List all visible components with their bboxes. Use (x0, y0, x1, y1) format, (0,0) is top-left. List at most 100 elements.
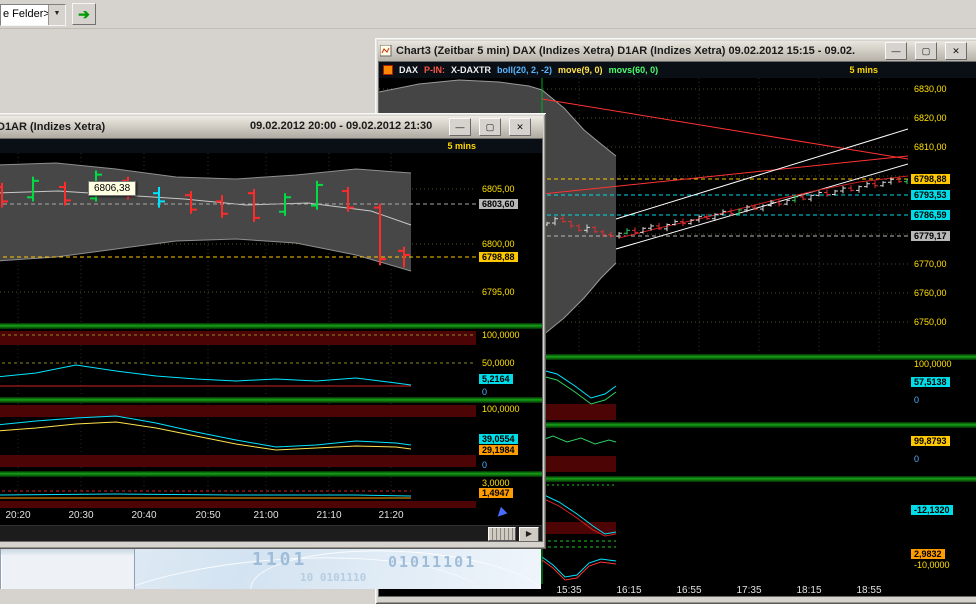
maximize-icon: ▢ (486, 122, 495, 132)
time-label: 20:20 (5, 510, 30, 521)
scrollbar-thumb[interactable] (488, 527, 516, 541)
interval-label: 5 mins (849, 65, 878, 75)
scroll-right-button[interactable]: ▶ (519, 527, 539, 542)
axis-label: 0 (482, 387, 487, 397)
minimize-button[interactable]: — (449, 118, 471, 136)
d1ar-window[interactable]: D1AR (Indizes Xetra) 09.02.2012 20:00 - … (0, 113, 546, 549)
price-badge: 6798,88 (910, 173, 951, 185)
front-main-chart-canvas[interactable] (0, 153, 476, 323)
front-panel-2: 100,000039,055429,19840 (0, 403, 542, 471)
chart-cursor-icon[interactable]: ▶ (493, 506, 509, 522)
axis-label: 6800,00 (482, 239, 515, 249)
app-toolbar: e Felder> ▼ ➔ (0, 0, 976, 29)
legend-items: DAXP-IN:X-DAXTRboll(20, 2, -2)move(9, 0)… (399, 65, 658, 75)
fragment-titlebar (1, 549, 134, 555)
price-badge: 5,2164 (478, 373, 514, 385)
time-label: 16:55 (676, 585, 701, 596)
minimize-button[interactable]: — (885, 42, 907, 60)
axis-label: 50,0000 (482, 358, 515, 368)
maximize-button[interactable]: ▢ (915, 42, 937, 60)
close-button[interactable]: ✕ (509, 118, 531, 136)
legend-item: boll(20, 2, -2) (497, 65, 552, 75)
time-label: 21:10 (316, 510, 341, 521)
scroll-arrow-icon: ▶ (526, 529, 532, 538)
axis-label: 6750,00 (914, 317, 947, 327)
front-panel-3-canvas[interactable] (0, 477, 476, 509)
back-panel-1-axis: 100,0000 57,5138 0 (908, 360, 974, 422)
front-panel-3: 3,00001,4947 (0, 477, 542, 509)
price-badge: 6793,53 (910, 189, 951, 201)
axis-label: 6795,00 (482, 287, 515, 297)
back-titlebar[interactable]: Chart3 (Zeitbar 5 min) DAX (Indizes Xetr… (378, 41, 976, 61)
go-button[interactable]: ➔ (72, 3, 96, 25)
front-panel-1-axis: 100,0000 50,0000 5,2164 0 (476, 329, 538, 397)
minimize-icon: — (892, 46, 901, 56)
dropdown-arrow-icon[interactable]: ▼ (48, 5, 65, 25)
axis-label: 100,0000 (914, 359, 952, 369)
price-badge: 6786,59 (910, 209, 951, 221)
legend-item: P-IN: (424, 65, 445, 75)
window-controls: — ▢ ✕ (449, 118, 531, 136)
front-panel-2-canvas[interactable] (0, 403, 476, 471)
wallpaper-binary-text: 1101 (252, 549, 307, 570)
maximize-button[interactable]: ▢ (479, 118, 501, 136)
minimize-icon: — (456, 122, 465, 132)
time-label: 20:50 (195, 510, 220, 521)
front-chart-stack: 6805,006800,006795,006803,606798,886806,… (0, 153, 542, 525)
price-badge: -12,1320 (910, 504, 954, 516)
axis-label: 0 (914, 395, 919, 405)
close-icon: ✕ (516, 122, 524, 132)
background-window-fragment[interactable] (0, 548, 135, 589)
close-button[interactable]: ✕ (945, 42, 967, 60)
axis-label: 0 (482, 460, 487, 470)
axis-label: 6770,00 (914, 259, 947, 269)
axis-label: 6805,00 (482, 184, 515, 194)
price-badge: 6798,88 (478, 251, 519, 263)
axis-label: 100,0000 (482, 404, 520, 414)
h-scrollbar[interactable]: ▶ (0, 525, 542, 542)
fields-dropdown-value: e Felder> (1, 5, 48, 25)
price-badge: 29,1984 (478, 444, 519, 456)
legend-item: DAX (399, 65, 418, 75)
axis-label: 6760,00 (914, 288, 947, 298)
price-badge: 1,4947 (478, 487, 514, 499)
time-label: 16:15 (616, 585, 641, 596)
front-panel-1-canvas[interactable] (0, 329, 476, 397)
price-badge: 99,8793 (910, 435, 951, 447)
wallpaper-binary-text: 01011101 (388, 553, 476, 571)
front-main-chart-axis: 6805,006800,006795,006803,606798,88 (476, 153, 538, 323)
back-panel-3-axis: -12,1320 (908, 482, 974, 537)
time-label: 20:40 (131, 510, 156, 521)
axis-label: 6830,00 (914, 84, 947, 94)
desktop-wallpaper: 1101 01011101 10 0101110 (0, 543, 541, 589)
fields-dropdown[interactable]: e Felder> ▼ (0, 4, 66, 26)
interval-label: 5 mins (447, 141, 476, 151)
time-label: 21:20 (378, 510, 403, 521)
front-legend-bar: 5 mins (0, 139, 542, 153)
front-panel-1: 100,0000 50,0000 5,2164 0 (0, 329, 542, 397)
axis-label: 6820,00 (914, 113, 947, 123)
maximize-icon: ▢ (922, 46, 931, 56)
time-label: 15:35 (556, 585, 581, 596)
axis-label: 100,0000 (482, 330, 520, 340)
window-controls: — ▢ ✕ (885, 42, 967, 60)
time-label: 20:30 (68, 510, 93, 521)
time-label: 18:55 (856, 585, 881, 596)
window-title: Chart3 (Zeitbar 5 min) DAX (Indizes Xetr… (396, 45, 881, 57)
legend-item: movs(60, 0) (609, 65, 659, 75)
legend-item: X-DAXTR (451, 65, 491, 75)
back-main-chart-axis: 6830,006820,006810,006770,006760,006750,… (908, 78, 974, 354)
price-tooltip: 6806,38 (88, 181, 136, 196)
back-panel-2-axis: 99,8793 0 (908, 428, 974, 476)
chart-window-icon (380, 45, 392, 57)
front-panel-2-axis: 100,000039,055429,19840 (476, 403, 538, 471)
time-label: 18:15 (796, 585, 821, 596)
axis-label: 0 (914, 454, 919, 464)
price-badge: 2,9832 (910, 548, 946, 560)
front-titlebar[interactable]: D1AR (Indizes Xetra) 09.02.2012 20:00 - … (0, 116, 543, 138)
close-icon: ✕ (952, 46, 960, 56)
window-date-range: 09.02.2012 20:00 - 09.02.2012 21:30 (250, 120, 432, 132)
wallpaper-binary-text: 10 0101110 (300, 571, 366, 584)
price-badge: 57,5138 (910, 376, 951, 388)
front-main-chart: 6805,006800,006795,006803,606798,886806,… (0, 153, 542, 323)
